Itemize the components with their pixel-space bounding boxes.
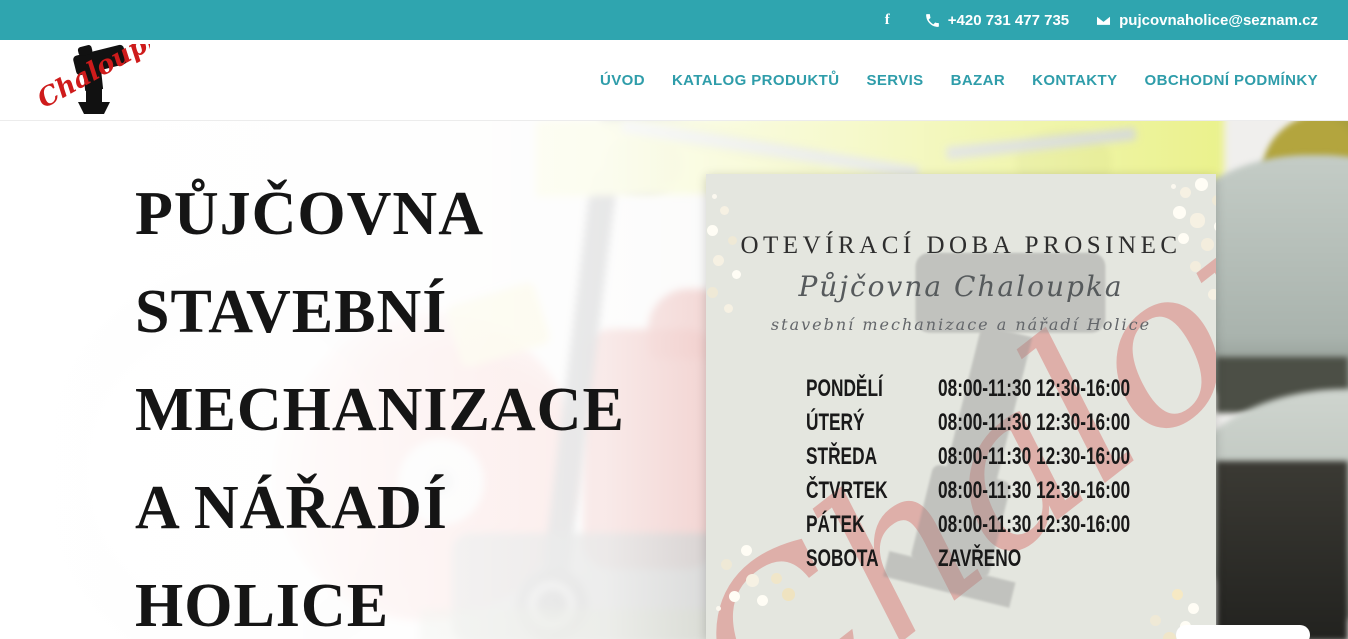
hours-row: STŘEDA 08:00-11:30 12:30-16:00 <box>806 440 1205 474</box>
header: Chaloupka ÚVOD KATALOG PRODUKTŮ SERVIS B… <box>0 40 1348 121</box>
opening-hours-table: PONDĚLÍ 08:00-11:30 12:30-16:00 ÚTERÝ 08… <box>806 372 1205 576</box>
nav-item-katalog-produktu[interactable]: KATALOG PRODUKTŮ <box>672 72 840 89</box>
flower-cluster <box>716 606 721 611</box>
hours-row: PONDĚLÍ 08:00-11:30 12:30-16:00 <box>806 372 1205 406</box>
day-label: SOBOTA <box>806 545 901 573</box>
nav-item-kontakty[interactable]: KONTAKTY <box>1032 72 1117 89</box>
main-navigation: ÚVOD KATALOG PRODUKTŮ SERVIS BAZAR KONTA… <box>600 40 1318 121</box>
email-link[interactable]: pujcovnaholice@seznam.cz <box>1095 12 1318 29</box>
hours-row: PÁTEK 08:00-11:30 12:30-16:00 <box>806 508 1205 542</box>
opening-hours-card: Chaloupka OTEVÍRACÍ DOBA PROSINEC Půjčov… <box>706 174 1216 639</box>
day-label: PONDĚLÍ <box>806 375 901 403</box>
hero-title-line: MECHANIZACE <box>135 361 625 459</box>
phone-icon <box>924 12 941 29</box>
hero-title-line: STAVEBNÍ <box>135 263 625 361</box>
hours-value: 08:00-11:30 12:30-16:00 <box>938 477 1130 505</box>
hero-title-line: PŮJČOVNA <box>135 165 625 263</box>
email-address: pujcovnaholice@seznam.cz <box>1119 12 1318 29</box>
card-subtitle: stavební mechanizace a nářadí Holice <box>706 315 1216 334</box>
facebook-icon[interactable]: f <box>885 12 890 29</box>
phone-link[interactable]: +420 731 477 735 <box>924 12 1069 29</box>
logo[interactable]: Chaloupka <box>38 44 150 118</box>
chat-widget-button[interactable] <box>1176 625 1310 639</box>
flower-cluster <box>1171 184 1176 189</box>
day-label: STŘEDA <box>806 443 901 471</box>
hours-value: ZAVŘENO <box>938 545 1021 573</box>
topbar: f +420 731 477 735 pujcovnaholice@seznam… <box>0 0 1348 40</box>
nav-item-uvod[interactable]: ÚVOD <box>600 72 645 89</box>
mail-icon <box>1095 12 1112 29</box>
hours-value: 08:00-11:30 12:30-16:00 <box>938 375 1130 403</box>
hours-value: 08:00-11:30 12:30-16:00 <box>938 443 1130 471</box>
day-label: ÚTERÝ <box>806 409 901 437</box>
hours-value: 08:00-11:30 12:30-16:00 <box>938 511 1130 539</box>
nav-item-obchodni-podminky[interactable]: OBCHODNÍ PODMÍNKY <box>1145 72 1318 89</box>
card-brand-script: Půjčovna Chaloupka <box>706 270 1216 303</box>
dark-corner-shape <box>1216 461 1348 639</box>
flower-cluster <box>712 194 717 199</box>
day-label: PÁTEK <box>806 511 901 539</box>
hours-row: ÚTERÝ 08:00-11:30 12:30-16:00 <box>806 406 1205 440</box>
hours-row: SOBOTA ZAVŘENO <box>806 542 1205 576</box>
nav-item-servis[interactable]: SERVIS <box>866 72 923 89</box>
hours-row: ČTVRTEK 08:00-11:30 12:30-16:00 <box>806 474 1205 508</box>
page: f +420 731 477 735 pujcovnaholice@seznam… <box>0 0 1348 639</box>
nav-item-bazar[interactable]: BAZAR <box>951 72 1006 89</box>
hero-section: PŮJČOVNA STAVEBNÍ MECHANIZACE A NÁŘADÍ H… <box>0 121 1348 639</box>
hero-title-line: A NÁŘADÍ <box>135 459 625 557</box>
hero-title-line: HOLICE <box>135 557 625 639</box>
opening-hours-title: OTEVÍRACÍ DOBA PROSINEC <box>706 232 1216 260</box>
hero-title: PŮJČOVNA STAVEBNÍ MECHANIZACE A NÁŘADÍ H… <box>135 165 625 639</box>
day-label: ČTVRTEK <box>806 477 901 505</box>
hours-value: 08:00-11:30 12:30-16:00 <box>938 409 1130 437</box>
phone-number: +420 731 477 735 <box>948 12 1069 29</box>
